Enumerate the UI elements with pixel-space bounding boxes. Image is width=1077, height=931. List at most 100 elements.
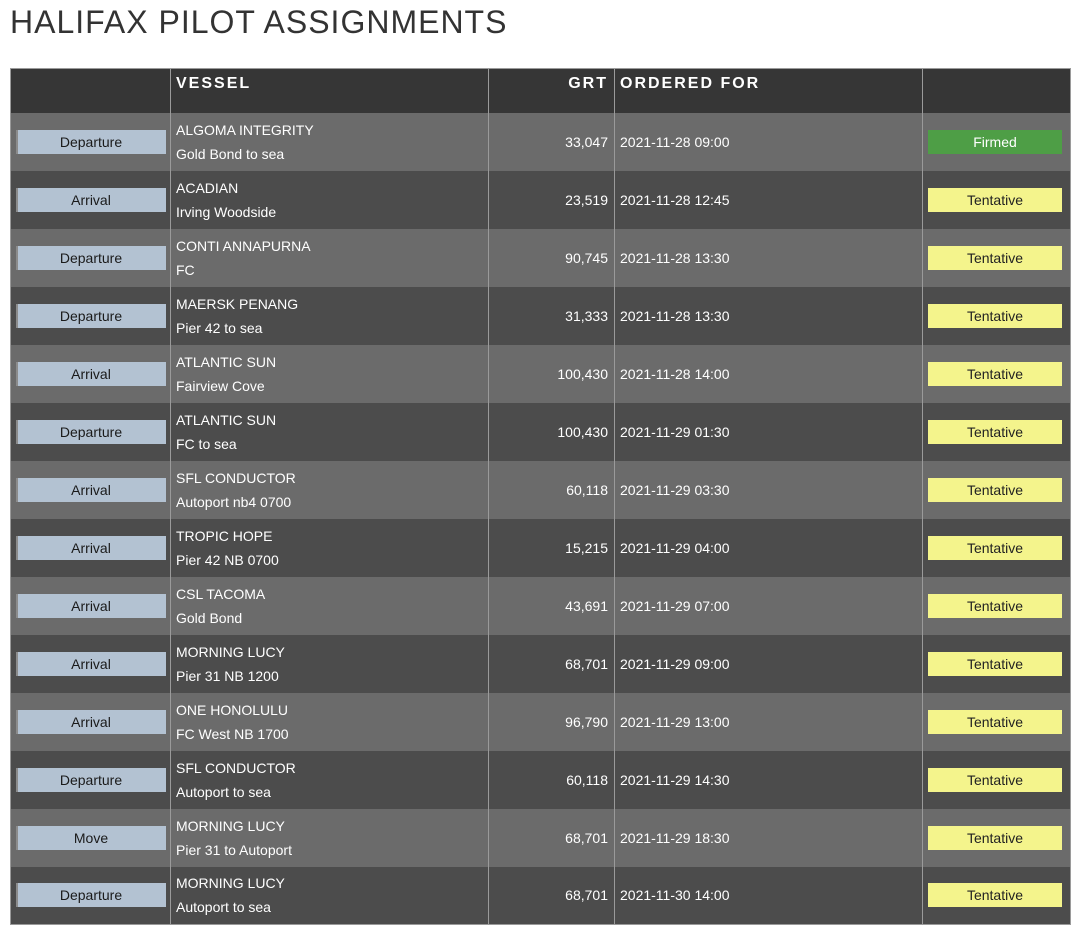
vessel-name: TROPIC HOPE bbox=[176, 527, 273, 544]
grt-cell: 68,701 bbox=[488, 866, 615, 925]
status-badge: Tentative bbox=[928, 419, 1062, 444]
column-header-type bbox=[11, 69, 171, 113]
vessel-route: Autoport to sea bbox=[176, 899, 271, 916]
status-badge: Tentative bbox=[928, 825, 1062, 850]
status-badge: Tentative bbox=[928, 593, 1062, 618]
vessel-cell: ALGOMA INTEGRITY Gold Bond to sea bbox=[170, 112, 489, 171]
ordered-for-cell: 2021-11-28 14:00 bbox=[614, 344, 923, 403]
movement-type-badge: Departure bbox=[16, 767, 166, 792]
table-row[interactable]: Arrival ATLANTIC SUN Fairview Cove 100,430 2… bbox=[10, 344, 1071, 403]
movement-type-badge: Move bbox=[16, 825, 166, 850]
grt-cell: 60,118 bbox=[488, 750, 615, 809]
assignments-table: VESSEL GRT ORDERED FOR Departure ALGOMA I… bbox=[10, 68, 1071, 925]
movement-type-cell: Arrival bbox=[11, 461, 171, 519]
column-header-grt: GRT bbox=[488, 68, 615, 113]
grt-cell: 90,745 bbox=[488, 228, 615, 287]
ordered-for-cell: 2021-11-28 13:30 bbox=[614, 286, 923, 345]
movement-type-cell: Departure bbox=[11, 287, 171, 345]
grt-cell: 33,047 bbox=[488, 112, 615, 171]
movement-type-cell: Departure bbox=[11, 403, 171, 461]
vessel-route: Autoport to sea bbox=[176, 783, 271, 800]
table-row[interactable]: Departure CONTI ANNAPURNA FC 90,745 2021-11-… bbox=[10, 228, 1071, 287]
movement-type-badge: Arrival bbox=[16, 477, 166, 502]
vessel-name: ALGOMA INTEGRITY bbox=[176, 121, 314, 138]
table-row[interactable]: Departure ALGOMA INTEGRITY Gold Bond to se… bbox=[10, 112, 1071, 171]
vessel-cell: ATLANTIC SUN Fairview Cove bbox=[170, 344, 489, 403]
ordered-for-cell: 2021-11-29 03:30 bbox=[614, 460, 923, 519]
vessel-route: Pier 42 NB 0700 bbox=[176, 551, 279, 568]
table-body: Departure ALGOMA INTEGRITY Gold Bond to se… bbox=[10, 112, 1071, 925]
movement-type-cell: Arrival bbox=[11, 635, 171, 693]
table-row[interactable]: Arrival CSL TACOMA Gold Bond 43,691 2021-11-… bbox=[10, 576, 1071, 635]
status-cell: Tentative bbox=[922, 286, 1071, 345]
ordered-for-cell: 2021-11-29 13:00 bbox=[614, 692, 923, 751]
vessel-name: MORNING LUCY bbox=[176, 643, 285, 660]
movement-type-badge: Departure bbox=[16, 303, 166, 328]
vessel-name: ATLANTIC SUN bbox=[176, 353, 277, 370]
vessel-route: Gold Bond bbox=[176, 609, 243, 626]
movement-type-cell: Arrival bbox=[11, 519, 171, 577]
column-header-ordered-for: ORDERED FOR bbox=[614, 68, 923, 113]
status-cell: Tentative bbox=[922, 170, 1071, 229]
table-row[interactable]: Departure MAERSK PENANG Pier 42 to sea 31,3… bbox=[10, 286, 1071, 345]
vessel-cell: MORNING LUCY Autoport to sea bbox=[170, 866, 489, 925]
status-cell: Tentative bbox=[922, 808, 1071, 867]
table-row[interactable]: Departure SFL CONDUCTOR Autoport to sea 60,… bbox=[10, 750, 1071, 809]
vessel-cell: CONTI ANNAPURNA FC bbox=[170, 228, 489, 287]
grt-cell: 100,430 bbox=[488, 344, 615, 403]
status-badge: Tentative bbox=[928, 651, 1062, 676]
movement-type-cell: Departure bbox=[11, 867, 171, 925]
status-badge: Tentative bbox=[928, 709, 1062, 734]
movement-type-cell: Arrival bbox=[11, 577, 171, 635]
ordered-for-cell: 2021-11-29 14:30 bbox=[614, 750, 923, 809]
vessel-name: SFL CONDUCTOR bbox=[176, 759, 296, 776]
status-cell: Tentative bbox=[922, 866, 1071, 925]
vessel-route: Pier 42 to sea bbox=[176, 319, 263, 336]
status-cell: Tentative bbox=[922, 344, 1071, 403]
movement-type-cell: Departure bbox=[11, 113, 171, 171]
status-cell: Tentative bbox=[922, 634, 1071, 693]
vessel-route: FC bbox=[176, 261, 195, 278]
vessel-route: Pier 31 NB 1200 bbox=[176, 667, 279, 684]
movement-type-badge: Departure bbox=[16, 245, 166, 270]
page-title: HALIFAX PILOT ASSIGNMENTS bbox=[10, 4, 508, 40]
column-header-status bbox=[922, 68, 1071, 113]
ordered-for-cell: 2021-11-28 13:30 bbox=[614, 228, 923, 287]
vessel-name: ACADIAN bbox=[176, 179, 239, 196]
table-row[interactable]: Arrival TROPIC HOPE Pier 42 NB 0700 15,215 2… bbox=[10, 518, 1071, 577]
table-row[interactable]: Move MORNING LUCY Pier 31 to Autoport 68,70… bbox=[10, 808, 1071, 867]
status-cell: Tentative bbox=[922, 402, 1071, 461]
vessel-name: ONE HONOLULU bbox=[176, 701, 289, 718]
vessel-name: SFL CONDUCTOR bbox=[176, 469, 296, 486]
vessel-route: Pier 31 to Autoport bbox=[176, 841, 292, 858]
movement-type-badge: Arrival bbox=[16, 709, 166, 734]
grt-cell: 23,519 bbox=[488, 170, 615, 229]
header-row: VESSEL GRT ORDERED FOR bbox=[10, 68, 1071, 113]
status-cell: Tentative bbox=[922, 692, 1071, 751]
vessel-name: MORNING LUCY bbox=[176, 875, 285, 892]
status-badge: Tentative bbox=[928, 535, 1062, 560]
vessel-cell: ATLANTIC SUN FC to sea bbox=[170, 402, 489, 461]
status-cell: Tentative bbox=[922, 576, 1071, 635]
movement-type-badge: Departure bbox=[16, 419, 166, 444]
table-row[interactable]: Arrival MORNING LUCY Pier 31 NB 1200 68,701… bbox=[10, 634, 1071, 693]
status-badge: Tentative bbox=[928, 361, 1062, 386]
movement-type-cell: Departure bbox=[11, 751, 171, 809]
table-row[interactable]: Departure MORNING LUCY Autoport to sea 68,7… bbox=[10, 866, 1071, 925]
vessel-route: FC to sea bbox=[176, 435, 237, 452]
vessel-cell: ACADIAN Irving Woodside bbox=[170, 170, 489, 229]
vessel-cell: SFL CONDUCTOR Autoport nb4 0700 bbox=[170, 460, 489, 519]
table-row[interactable]: Arrival ACADIAN Irving Woodside 23,519 2021-… bbox=[10, 170, 1071, 229]
vessel-route: Irving Woodside bbox=[176, 203, 277, 220]
vessel-route: Autoport nb4 0700 bbox=[176, 493, 292, 510]
status-badge: Tentative bbox=[928, 767, 1062, 792]
ordered-for-cell: 2021-11-29 07:00 bbox=[614, 576, 923, 635]
vessel-name: CONTI ANNAPURNA bbox=[176, 237, 311, 254]
vessel-route: Fairview Cove bbox=[176, 377, 265, 394]
table-row[interactable]: Departure ATLANTIC SUN FC to sea 100,430 202… bbox=[10, 402, 1071, 461]
grt-cell: 68,701 bbox=[488, 634, 615, 693]
table-row[interactable]: Arrival ONE HONOLULU FC West NB 1700 96,790… bbox=[10, 692, 1071, 751]
ordered-for-cell: 2021-11-29 01:30 bbox=[614, 402, 923, 461]
table-row[interactable]: Arrival SFL CONDUCTOR Autoport nb4 0700 60,… bbox=[10, 460, 1071, 519]
vessel-name: ATLANTIC SUN bbox=[176, 411, 277, 428]
